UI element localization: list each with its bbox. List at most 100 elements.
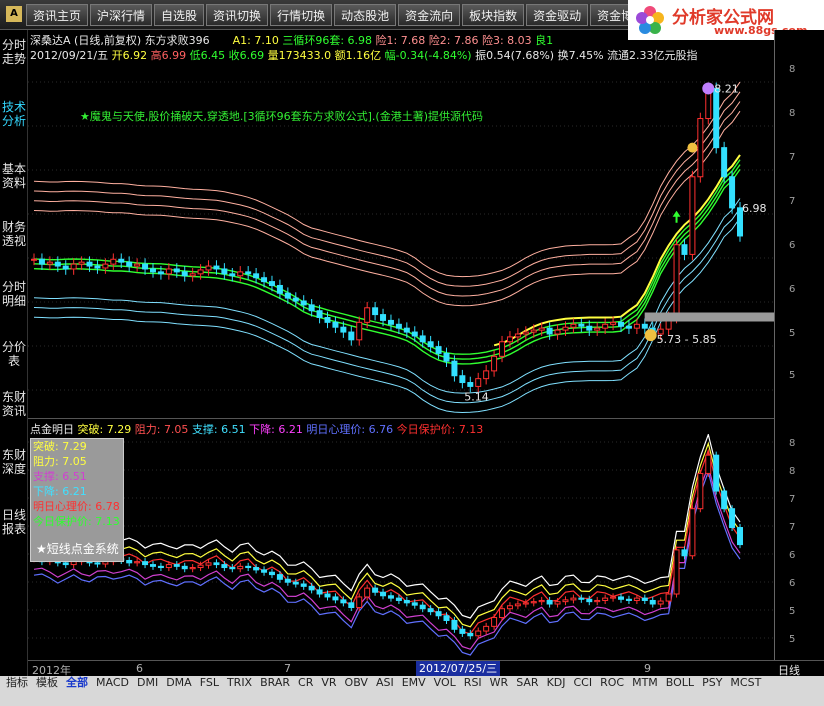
side-item-7[interactable]: 东财深度 <box>2 448 26 476</box>
candle-body <box>165 268 172 275</box>
indicator-tab-9[interactable]: CR <box>294 677 317 689</box>
nav-tab-1[interactable]: 沪深行情 <box>90 4 153 26</box>
side-item-8[interactable]: 日线报表 <box>2 508 26 536</box>
indicator-tab-4[interactable]: DMI <box>133 677 162 689</box>
candle-body <box>411 331 418 337</box>
sub-indicator-line <box>33 432 741 619</box>
sub-candle-body <box>737 527 743 546</box>
main-axis-label: 6 <box>789 284 796 295</box>
main-kline-chart[interactable]: 8.21 6.98 5.14 5.73 - 5.85 深桑达A (日线,前复权) 东方… <box>28 30 775 416</box>
sub-candle-body <box>268 571 275 576</box>
sub-candle-body <box>522 602 529 605</box>
sub-indicator-chart[interactable] <box>28 432 774 660</box>
nav-tab-2[interactable]: 自选股 <box>154 4 205 26</box>
indicator-tab-20[interactable]: ROC <box>596 677 628 689</box>
candle-body <box>62 265 69 270</box>
sub-candle-body <box>332 596 339 601</box>
indicator-tab-1[interactable]: 模板 <box>32 677 62 689</box>
candle-body <box>713 87 720 149</box>
side-item-0[interactable]: 分时走势 <box>2 38 26 66</box>
date-month-9: 9 <box>644 662 651 675</box>
legend-title: ★短线点金系统 <box>36 542 119 556</box>
side-item-5[interactable]: 分价表 <box>2 340 26 368</box>
candle-body <box>31 258 37 261</box>
nav-tab-8[interactable]: 资金驱动 <box>526 4 589 26</box>
kline-svg: 8.21 6.98 5.14 5.73 - 5.85 <box>28 81 775 414</box>
sub-candle-body <box>70 561 77 566</box>
candle-body <box>435 346 442 354</box>
bar-date: 2012/09/21/五 <box>30 49 109 62</box>
sub-axis-label: 5 <box>789 606 796 617</box>
indicator-tab-22[interactable]: BOLL <box>662 677 698 689</box>
nav-tab-7[interactable]: 板块指数 <box>462 4 525 26</box>
value-risk3: 险3: 8.03 <box>481 34 532 47</box>
sub-candle-body <box>681 549 688 557</box>
side-item-3[interactable]: 财务透视 <box>2 220 26 248</box>
indicator-tab-19[interactable]: CCI <box>570 677 597 689</box>
nav-tab-4[interactable]: 行情切换 <box>270 4 333 26</box>
sub-candle-body <box>102 561 109 565</box>
candle-body <box>268 281 275 286</box>
candle-body <box>538 327 545 331</box>
side-item-2[interactable]: 基本资料 <box>2 162 26 190</box>
sub-candle-body <box>387 595 394 599</box>
indicator-tab-15[interactable]: RSI <box>460 677 486 689</box>
indicator-tab-8[interactable]: BRAR <box>256 677 294 689</box>
indicator-tab-11[interactable]: OBV <box>341 677 372 689</box>
date-axis[interactable]: 2012年 6 7 2012/07/25/三 9 日线 <box>28 660 824 677</box>
nav-tab-3[interactable]: 资讯切换 <box>206 4 269 26</box>
candle-body <box>102 263 109 269</box>
sub-candle-body <box>411 602 418 606</box>
sub-candle-body <box>514 603 521 607</box>
indicator-tab-23[interactable]: PSY <box>698 677 726 689</box>
indicator-tab-2[interactable]: 全部 <box>62 677 92 689</box>
nav-tab-5[interactable]: 动态股池 <box>334 4 397 26</box>
value-a1: A1: 7.10 <box>232 34 279 47</box>
indicator-tab-13[interactable]: EMV <box>398 677 430 689</box>
indicator-tab-24[interactable]: MCST <box>726 677 765 689</box>
indicator-tab-12[interactable]: ASI <box>372 677 398 689</box>
sub-candle-body <box>602 597 609 601</box>
indicator-tab-7[interactable]: TRIX <box>223 677 256 689</box>
sub-candle-body <box>673 549 680 595</box>
side-item-6[interactable]: 东财资讯 <box>2 390 26 418</box>
sub-axis-label: 5 <box>789 634 796 645</box>
indicator-tab-17[interactable]: SAR <box>512 677 542 689</box>
sub-candle-body <box>403 599 410 604</box>
indicator-tab-16[interactable]: WR <box>486 677 513 689</box>
indicator-tab-6[interactable]: FSL <box>196 677 223 689</box>
sub-candle-body <box>729 508 736 529</box>
candle-body <box>475 378 482 387</box>
candle-body <box>149 268 156 273</box>
candle-body <box>514 333 521 338</box>
sub-candle-body <box>300 583 307 587</box>
app-logo[interactable]: A <box>6 6 22 22</box>
indicator-tab-0[interactable]: 指标 <box>2 677 32 689</box>
indicator-tab-10[interactable]: VR <box>317 677 340 689</box>
sub-panel-header: 点金明日 突破: 7.29 阻力: 7.05 支撑: 6.51 下降: 6.21… <box>28 418 774 436</box>
sub-candle-body <box>546 599 553 605</box>
lower-band-line <box>33 198 741 394</box>
formula-annotation: ★魔鬼与天使,股价捅破天,穿透地.[3循环96套东方求败公式].(金港土著)提供… <box>80 110 484 123</box>
indicator-tab-5[interactable]: DMA <box>162 677 196 689</box>
info-line-2: 2012/09/21/五 开6.92 高6.99 低6.45 收6.69 量17… <box>30 47 698 63</box>
nav-tab-0[interactable]: 资讯主页 <box>26 4 89 26</box>
bar-high: 高6.99 <box>150 49 187 62</box>
app-window: A 资讯主页 沪深行情 自选股 资讯切换 行情切换 动态股池 资金流向 板块指数 资金驱动 资金博… <box>0 0 824 706</box>
sub-candle-body <box>229 567 236 570</box>
indicator-tab-18[interactable]: KDJ <box>543 677 570 689</box>
indicator-tab-14[interactable]: VOL <box>430 677 460 689</box>
indicator-tab-21[interactable]: MTM <box>628 677 662 689</box>
legend-line-resistance: 阻力: 7.05 <box>33 455 87 468</box>
candle-body <box>554 329 561 335</box>
candle-body <box>46 261 53 265</box>
candle-body <box>134 263 141 267</box>
candle-body <box>625 325 632 329</box>
side-item-1[interactable]: 技术分析 <box>2 100 26 128</box>
nav-tab-6[interactable]: 资金流向 <box>398 4 461 26</box>
indicator-tab-3[interactable]: MACD <box>92 677 133 689</box>
sub-axis-label: 6 <box>789 578 796 589</box>
low-price-label: 5.14 <box>464 390 489 403</box>
side-item-4[interactable]: 分时明细 <box>2 280 26 308</box>
sub-axis-label: 6 <box>789 550 796 561</box>
